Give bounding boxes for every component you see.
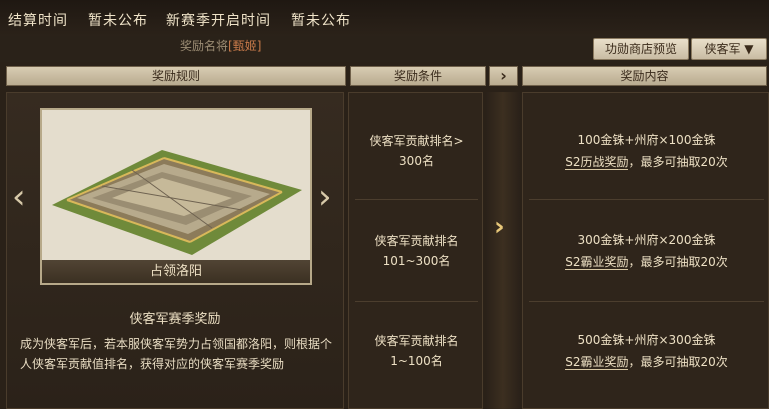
chevron-down-icon: ▼ xyxy=(744,42,754,56)
divider xyxy=(529,301,764,302)
reward-3-line1: 500金铢+州府×300金铢 xyxy=(577,333,716,347)
condition-2-line1: 侠客军贡献排名 xyxy=(374,234,459,248)
arrow-column: › xyxy=(486,92,520,409)
row-arrow-icon[interactable]: › xyxy=(494,212,505,242)
reward-row-1: 100金铢+州府×100金铢 S2历战奖励，最多可抽取20次 xyxy=(523,129,769,173)
condition-1-line2: 300名 xyxy=(399,154,434,168)
reward-3-link[interactable]: S2霸业奖励 xyxy=(565,355,629,370)
reward-general-label: 奖励名将 xyxy=(180,39,229,53)
tab-reward-rules[interactable]: 奖励规则 xyxy=(6,66,346,86)
tab-reward-contents[interactable]: 奖励内容 xyxy=(522,66,767,86)
season-title: 侠客军赛季奖励 xyxy=(129,312,221,327)
header-arrow-icon[interactable]: › xyxy=(489,66,518,86)
sub-header: 奖励名将[甄姬] 功勋商店预览 侠客军 ▼ xyxy=(0,36,769,62)
divider xyxy=(355,199,478,200)
tab-reward-conditions[interactable]: 奖励条件 xyxy=(350,66,486,86)
condition-3-line1: 侠客军贡献排名 xyxy=(374,334,459,348)
faction-dropdown[interactable]: 侠客军 ▼ xyxy=(691,38,767,60)
reward-1-link[interactable]: S2历战奖励 xyxy=(565,155,629,170)
top-bar: 结算时间 暂未公布 新赛季开启时间 暂未公布 xyxy=(0,0,769,36)
condition-row-2: 侠客军贡献排名 101~300名 xyxy=(349,231,484,271)
reward-general-name: [甄姬] xyxy=(228,39,262,53)
reward-2-line1: 300金铢+州府×200金铢 xyxy=(577,233,716,247)
reward-2-link[interactable]: S2霸业奖励 xyxy=(565,255,629,270)
reward-2-tail: ，最多可抽取20次 xyxy=(628,255,728,269)
faction-selected-value: 侠客军 xyxy=(704,42,741,56)
reward-3-tail: ，最多可抽取20次 xyxy=(628,355,728,369)
condition-row-1: 侠客军贡献排名> 300名 xyxy=(349,131,484,171)
rewards-panel: 100金铢+州府×100金铢 S2历战奖励，最多可抽取20次 300金铢+州府×… xyxy=(522,92,769,409)
condition-3-line2: 1~100名 xyxy=(390,354,443,368)
city-card: 占领洛阳 xyxy=(40,108,312,285)
shop-preview-button[interactable]: 功勋商店预览 xyxy=(593,38,689,60)
divider xyxy=(529,199,764,200)
conditions-panel: 侠客军贡献排名> 300名 侠客军贡献排名 101~300名 侠客军贡献排名 1… xyxy=(348,92,483,409)
new-season-label: 新赛季开启时间 xyxy=(166,13,271,29)
reward-row-2: 300金铢+州府×200金铢 S2霸业奖励，最多可抽取20次 xyxy=(523,229,769,273)
divider xyxy=(355,301,478,302)
next-arrow-icon[interactable]: › xyxy=(318,180,332,214)
reward-1-tail: ，最多可抽取20次 xyxy=(628,155,728,169)
condition-2-line2: 101~300名 xyxy=(382,254,451,268)
reward-1-line1: 100金铢+州府×100金铢 xyxy=(577,133,716,147)
prev-arrow-icon[interactable]: ‹ xyxy=(12,180,26,214)
reward-row-3: 500金铢+州府×300金铢 S2霸业奖励，最多可抽取20次 xyxy=(523,329,769,373)
new-season-value: 暂未公布 xyxy=(291,13,351,29)
reward-general-note: 奖励名将[甄姬] xyxy=(180,37,261,54)
settle-time-label: 结算时间 xyxy=(8,13,68,29)
city-caption: 占领洛阳 xyxy=(42,260,310,283)
city-image xyxy=(42,110,310,260)
settle-time-value: 暂未公布 xyxy=(88,13,148,29)
condition-row-3: 侠客军贡献排名 1~100名 xyxy=(349,331,484,371)
season-description: 成为侠客军后，若本服侠客军势力占领国都洛阳，则根据个人侠客军贡献值排名，获得对应… xyxy=(20,337,333,371)
condition-1-line1: 侠客军贡献排名> xyxy=(369,134,464,148)
